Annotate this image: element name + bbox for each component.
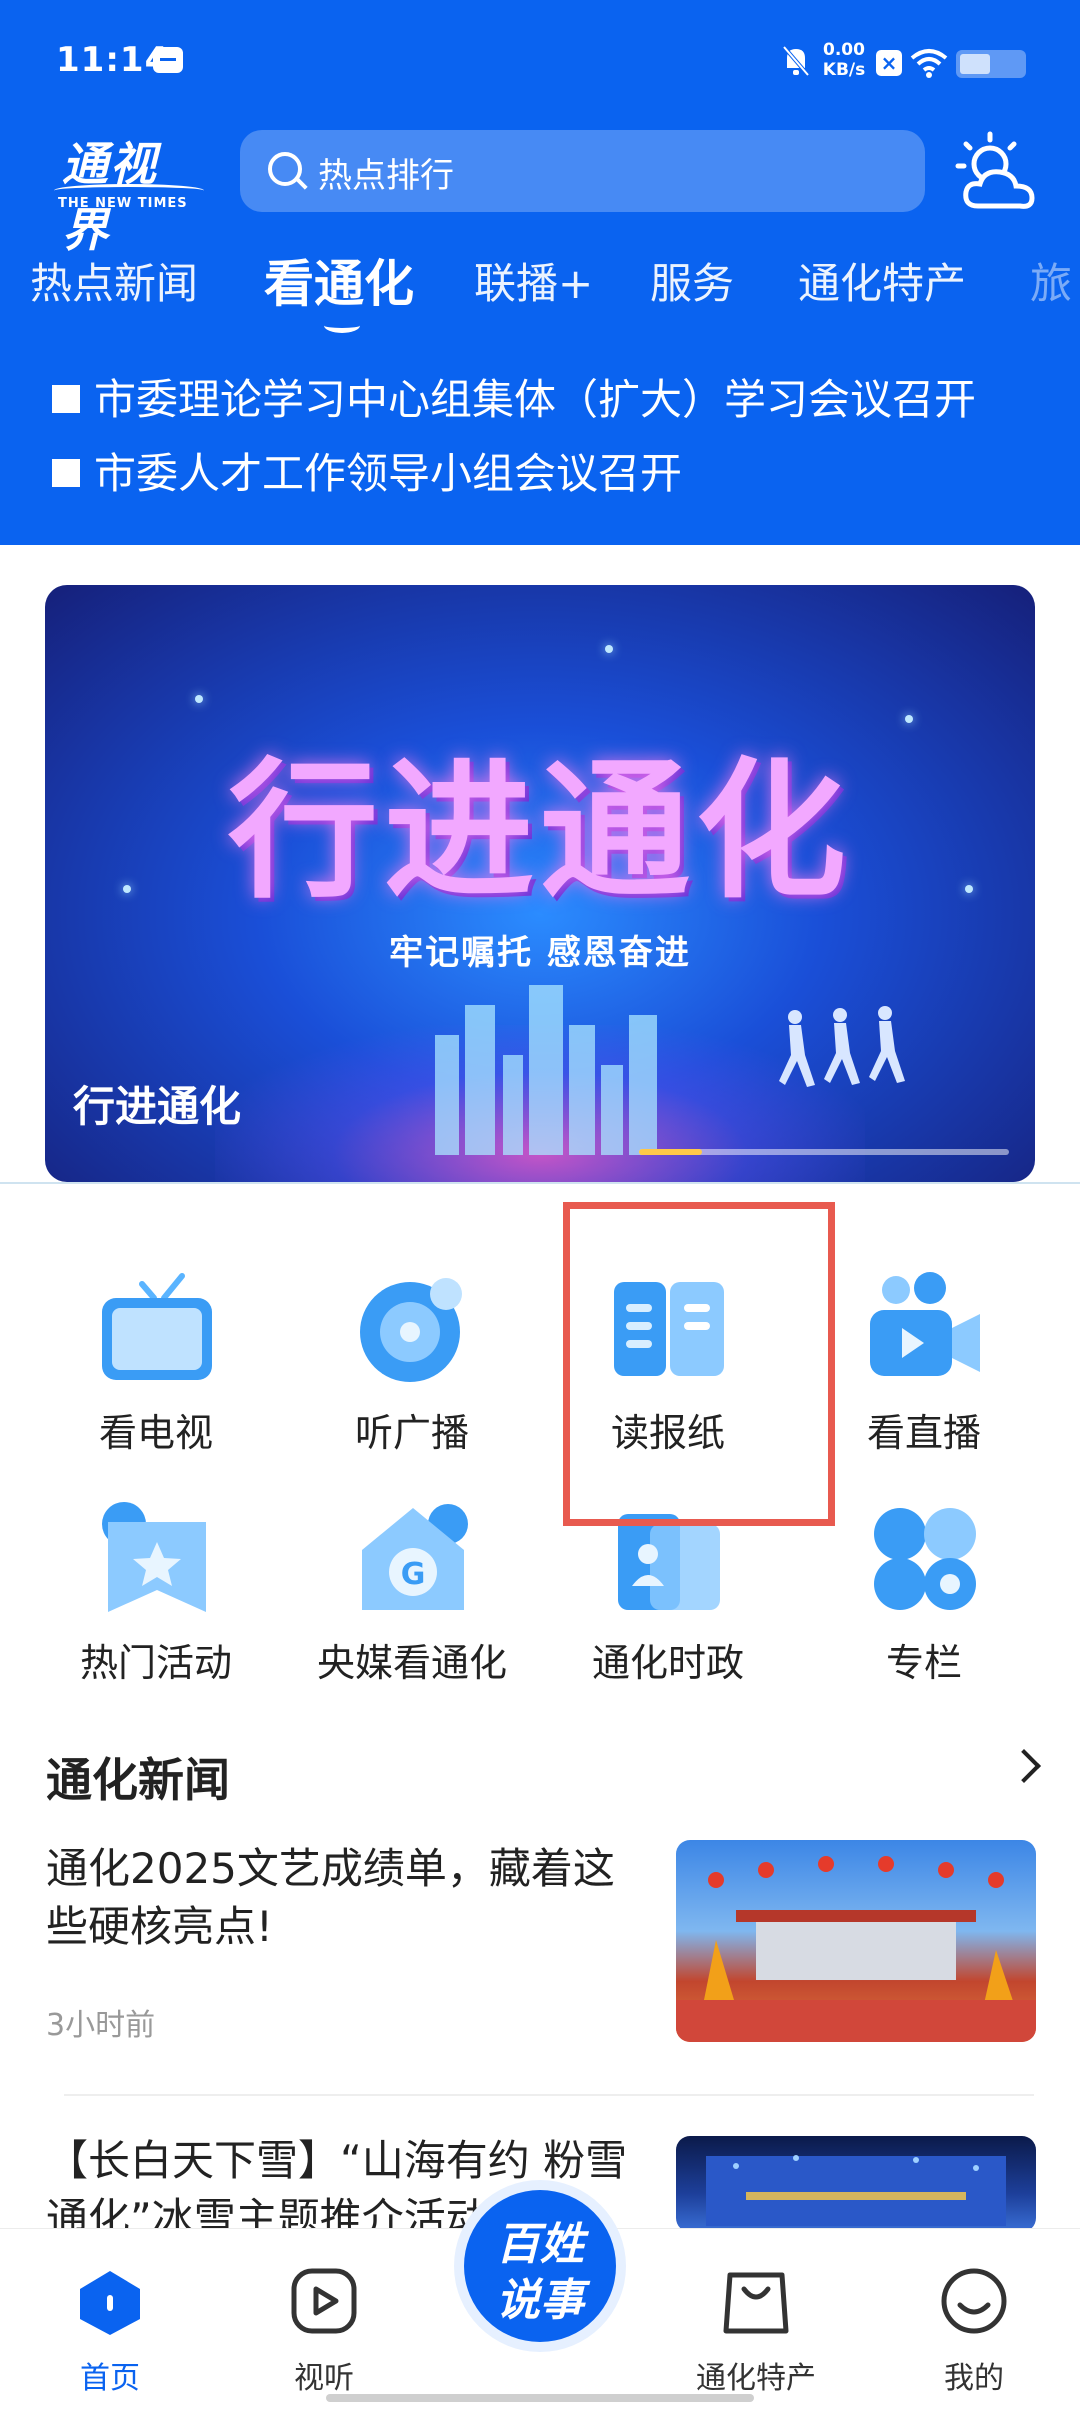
grid-label: 听广播 [354,1411,469,1455]
grid-label: 看直播 [866,1411,981,1455]
nav-specialty[interactable]: 通化特产 [676,2229,836,2409]
news-thumbnail [676,1840,1036,2042]
grid-item-live[interactable]: 看直播 [814,1270,1034,1470]
video-camera-icon [870,1272,980,1376]
headline-item[interactable]: 市委人才工作领导小组会议召开 [52,440,1080,501]
search-placeholder: 热点排行 [318,156,454,196]
carousel-progress [639,1149,1009,1155]
headline-text: 市委理论学习中心组集体（扩大）学习会议召开 [94,375,977,424]
center-button-line2: 说事 [496,2275,584,2326]
network-speed: 0.00 KB/s [820,40,868,80]
top-header: 11:14 0.00 KB/s × 通视界 THE NEW TIMES 热点排行 [0,0,1080,545]
grid-label: 热门活动 [79,1641,232,1685]
section-divider [0,1182,1080,1184]
grid-label: 看电视 [98,1411,213,1455]
status-bar: 11:14 0.00 KB/s × [0,0,1080,120]
news-title: 通化2025文艺成绩单，藏着这些硬核亮点! [46,1844,615,1951]
banner-slogan: 牢记嘱托 感恩奋进 [389,933,691,973]
bullet-square-icon [52,384,80,413]
play-icon [291,2268,357,2334]
tv-icon [102,1273,212,1380]
logo-text-en: THE NEW TIMES [58,196,188,211]
highlight-box [563,1202,835,1526]
battery-icon [956,50,1026,78]
search-bar[interactable]: 热点排行 [240,130,925,212]
search-icon [268,152,302,186]
grid-label: 通化时政 [591,1641,744,1685]
nav-label: 通化特产 [696,2361,816,2396]
category-tabs: 热点新闻 看通化 联播+ 服务 通化特产 旅 [0,240,1080,330]
tab-lianbo[interactable]: 联播+ [474,250,593,311]
nav-label: 首页 [80,2361,140,2396]
banner-runners [779,1006,905,1087]
smile-face-icon [941,2268,1007,2334]
nav-mine[interactable]: 我的 [894,2229,1054,2409]
banner-sparkle [605,645,613,653]
tab-service[interactable]: 服务 [650,250,734,311]
weather-cloud-sun-icon[interactable] [952,128,1042,218]
network-speed-unit: KB/s [822,60,866,80]
network-speed-value: 0.00 [823,40,865,60]
headline-item[interactable]: 市委理论学习中心组集体（扩大）学习会议召开 [52,366,1080,427]
grid-item-radio[interactable]: 听广播 [302,1270,522,1470]
promo-banner[interactable]: 行进通化 牢记嘱托 感恩奋进 行进通化 [45,585,1035,1182]
nav-home[interactable]: 首页 [30,2229,190,2409]
grid-item-tv[interactable]: 看电视 [46,1270,266,1470]
grid-item-activities[interactable]: 热门活动 [46,1500,266,1700]
message-notification-icon [153,47,183,73]
gesture-home-bar[interactable] [326,2394,754,2402]
banner-sparkle [195,695,203,703]
app-logo[interactable]: 通视界 THE NEW TIMES [54,128,204,257]
stage-event-image [706,2155,1006,2226]
bullet-square-icon [52,458,80,487]
grid-item-columns[interactable]: 专栏 [814,1500,1034,1700]
tab-travel[interactable]: 旅 [1030,250,1072,311]
section-title[interactable]: 通化新闻 [46,1744,230,1810]
grid-item-central-media[interactable]: G 央媒看通化 [302,1500,522,1700]
radio-disc-icon [360,1278,462,1382]
public-voice-button[interactable]: 百姓 说事 [464,2190,616,2342]
four-dots-icon [874,1508,976,1610]
home-icon [80,2271,140,2335]
banner-caption: 行进通化 [73,1082,242,1131]
banner-city-skyline [435,985,657,1155]
tab-specialty[interactable]: 通化特产 [798,250,966,311]
grid-label: 专栏 [885,1641,962,1685]
banner-title-art: 行进通化 [227,745,852,919]
news-time: 3小时前 [46,2008,156,2043]
center-button-line1: 百姓 [496,2219,584,2270]
nav-av[interactable]: 视听 [244,2229,404,2409]
chevron-right-icon[interactable] [1007,1749,1041,1783]
tab-tonghua[interactable]: 看通化 [264,244,414,316]
festival-image [676,1856,1036,2042]
headline-text: 市委人才工作领导小组会议召开 [94,449,683,498]
star-bookmark-icon [102,1502,206,1612]
carousel-progress-fill [639,1149,702,1155]
grid-item-politics[interactable]: 通化时政 [558,1500,778,1700]
svg-text:G: G [401,1557,426,1592]
close-box-icon: × [876,50,902,76]
wifi-icon [910,49,948,78]
nav-label: 视听 [294,2361,354,2396]
media-house-icon: G [362,1504,468,1610]
active-tab-indicator [324,318,360,333]
tab-hot-news[interactable]: 热点新闻 [30,250,198,311]
list-separator [64,2094,1034,2096]
grid-label: 央媒看通化 [316,1641,507,1685]
news-thumbnail [676,2136,1036,2232]
mute-bell-icon [782,45,810,77]
shopping-bag-icon [723,2272,789,2334]
nav-label: 我的 [944,2361,1004,2396]
news-list-item[interactable]: 通化2025文艺成绩单，藏着这些硬核亮点! 3小时前 [46,1840,1036,2050]
